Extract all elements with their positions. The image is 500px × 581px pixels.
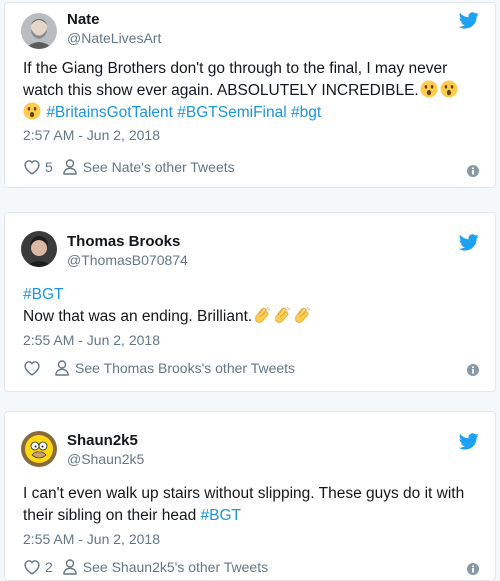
author-handle[interactable]: @NateLivesArt bbox=[67, 30, 161, 46]
other-tweets-link[interactable]: See Thomas Brooks's other Tweets bbox=[75, 360, 295, 376]
twitter-bird-icon[interactable] bbox=[459, 433, 479, 450]
tweet-actions: See Thomas Brooks's other Tweets bbox=[23, 358, 295, 378]
bearded-man-avatar[interactable] bbox=[21, 13, 57, 49]
heart-icon[interactable] bbox=[23, 360, 41, 376]
tweet-text-line: I can't even walk up stairs without slip… bbox=[23, 485, 465, 502]
tweet-actions: 2 See Shaun2k5's other Tweets bbox=[23, 557, 268, 577]
author-handle[interactable]: @Shaun2k5 bbox=[67, 451, 144, 467]
tweet-card[interactable]: Shaun2k5 @Shaun2k5 I can't even walk up … bbox=[4, 411, 496, 581]
homer-cartoon-avatar[interactable] bbox=[21, 431, 57, 467]
author-name[interactable]: Shaun2k5 bbox=[67, 432, 138, 449]
heart-icon[interactable] bbox=[23, 159, 41, 175]
tweet-text-line: their sibling on their head #BGT bbox=[23, 505, 479, 527]
person-icon[interactable] bbox=[55, 360, 69, 376]
person-icon[interactable] bbox=[63, 559, 77, 575]
tweet-timestamp[interactable]: 2:55 AM - Jun 2, 2018 bbox=[23, 332, 160, 348]
tweet-card[interactable]: Nate @NateLivesArt If the Giang Brothers… bbox=[4, 2, 496, 188]
clapping-hands-emoji bbox=[293, 306, 311, 324]
like-count[interactable]: 2 bbox=[45, 559, 53, 575]
astonished-face-emoji bbox=[440, 80, 458, 98]
twitter-bird-icon[interactable] bbox=[459, 234, 479, 251]
clapping-hands-emoji bbox=[273, 306, 291, 324]
other-tweets-link[interactable]: See Shaun2k5's other Tweets bbox=[83, 559, 268, 575]
tweet-timestamp[interactable]: 2:57 AM - Jun 2, 2018 bbox=[23, 127, 160, 143]
tweet-text-segment: watch this show ever again. ABSOLUTELY I… bbox=[23, 82, 419, 99]
tweet-actions: 5 See Nate's other Tweets bbox=[23, 157, 235, 177]
twitter-bird-icon[interactable] bbox=[459, 12, 479, 29]
hashtag-link[interactable]: #BritainsGotTalent bbox=[46, 104, 173, 121]
like-count[interactable]: 5 bbox=[45, 159, 53, 175]
author-name[interactable]: Nate bbox=[67, 11, 100, 28]
author-name[interactable]: Thomas Brooks bbox=[67, 233, 180, 250]
tweet-text-line: #BGT bbox=[23, 284, 479, 306]
tweet-text-line: #BritainsGotTalent #BGTSemiFinal #bgt bbox=[23, 102, 479, 124]
tweet-text: I can't even walk up stairs without slip… bbox=[23, 483, 479, 527]
tweet-text: #BGT Now that was an ending. Brilliant. bbox=[23, 284, 479, 328]
tweet-text: If the Giang Brothers don't go through t… bbox=[23, 58, 479, 124]
tweet-text-segment: their sibling on their head bbox=[23, 507, 197, 524]
tweet-card[interactable]: Thomas Brooks @ThomasB070874 #BGT Now th… bbox=[4, 212, 496, 392]
author-handle[interactable]: @ThomasB070874 bbox=[67, 252, 188, 268]
clapping-hands-emoji bbox=[253, 306, 271, 324]
other-tweets-link[interactable]: See Nate's other Tweets bbox=[83, 159, 235, 175]
hashtag-link[interactable]: #BGT bbox=[23, 286, 63, 303]
hashtag-link[interactable]: #bgt bbox=[291, 104, 321, 121]
tweet-text-line: Now that was an ending. Brilliant. bbox=[23, 306, 479, 328]
hashtag-link[interactable]: #BGT bbox=[201, 507, 241, 524]
tweet-text-line: If the Giang Brothers don't go through t… bbox=[23, 60, 448, 77]
info-icon[interactable] bbox=[467, 563, 479, 575]
info-icon[interactable] bbox=[467, 165, 479, 177]
tweet-timestamp[interactable]: 2:55 AM - Jun 2, 2018 bbox=[23, 531, 160, 547]
info-icon[interactable] bbox=[467, 364, 479, 376]
astonished-face-emoji bbox=[23, 102, 41, 120]
dark-haired-man-avatar[interactable] bbox=[21, 231, 57, 267]
tweet-text-segment: Now that was an ending. Brilliant. bbox=[23, 308, 253, 325]
hashtag-link[interactable]: #BGTSemiFinal bbox=[177, 104, 286, 121]
person-icon[interactable] bbox=[63, 159, 77, 175]
tweet-text-line: watch this show ever again. ABSOLUTELY I… bbox=[23, 80, 479, 102]
astonished-face-emoji bbox=[420, 80, 438, 98]
heart-icon[interactable] bbox=[23, 559, 41, 575]
